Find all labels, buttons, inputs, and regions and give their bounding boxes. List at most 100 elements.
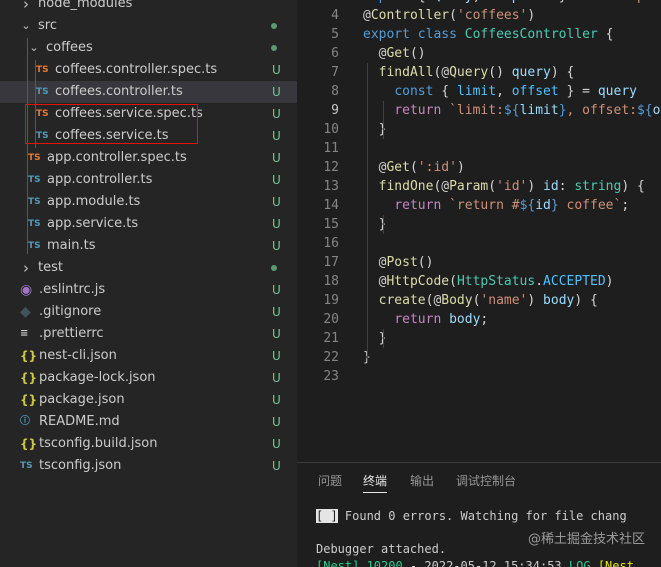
chevron-down-icon[interactable]: ⌄	[21, 15, 31, 37]
line-number: 8	[331, 84, 339, 99]
code-line[interactable]: 18 @HttpCode(HttpStatus.ACCEPTED)	[297, 272, 661, 291]
code-line[interactable]: 21 }	[297, 329, 661, 348]
code-line[interactable]: 17 @Post()	[297, 253, 661, 272]
file-package-lock-json[interactable]: {} package-lock.json U	[0, 367, 297, 389]
git-status-badge: U	[272, 217, 281, 231]
ts-file-icon: TS	[28, 197, 41, 207]
file-eslintrc-js[interactable]: ◉ .eslintrc.js U	[0, 279, 297, 301]
code-line[interactable]: 10 }	[297, 120, 661, 139]
code-token: (@	[433, 179, 450, 194]
code-token: 'coffees'	[456, 8, 528, 23]
code-line[interactable]: 6 @Get()	[297, 44, 661, 63]
chevron-right-icon[interactable]: ›	[21, 257, 31, 279]
file-name-label: .prettierrc	[39, 326, 104, 341]
code-line[interactable]: 8 const { limit, offset } = query	[297, 82, 661, 101]
modified-dot-icon	[271, 23, 277, 29]
file-readme-md[interactable]: ⓘ README.md U	[0, 411, 297, 433]
chevron-down-icon[interactable]: ⌄	[29, 37, 39, 59]
code-line[interactable]: 9 return `limit:${limit}, offset:${of	[297, 101, 661, 120]
code-editor[interactable]: import { Query, Response } from 'expres 4…	[297, 0, 661, 462]
code-line[interactable]: 7 findAll(@Query() query) {	[297, 63, 661, 82]
folder-node-modules[interactable]: › node_modules	[0, 0, 297, 15]
tab-output[interactable]: 输出	[410, 463, 434, 499]
file-coffees-controller-spec-ts[interactable]: TS coffees.controller.spec.ts U	[0, 59, 297, 81]
file-tsconfig-build-json[interactable]: {} tsconfig.build.json U	[0, 433, 297, 455]
tab-debug-console[interactable]: 调试控制台	[456, 463, 516, 499]
git-status-badge: U	[272, 107, 281, 121]
code-line[interactable]: 5 export class CoffeesController {	[297, 25, 661, 44]
line-number: 12	[323, 160, 339, 175]
code-token: (@	[425, 293, 442, 308]
code-text: create(@Body('name') body) {	[363, 291, 598, 310]
code-token: limit	[456, 84, 497, 99]
file-nest-cli-json[interactable]: {} nest-cli.json U	[0, 345, 297, 367]
ts-file-icon: TS	[36, 87, 49, 97]
code-token: )	[456, 160, 465, 175]
code-text: @Post()	[363, 253, 434, 272]
code-token: ':id'	[417, 160, 457, 175]
file-name-label: package-lock.json	[39, 370, 156, 385]
code-token: }	[550, 198, 559, 213]
folder-test[interactable]: › test	[0, 257, 297, 279]
line-number: 7	[331, 65, 339, 80]
tab-terminal[interactable]: 终端	[363, 463, 388, 499]
file-app-controller-spec-ts[interactable]: TS app.controller.spec.ts U	[0, 147, 297, 169]
code-line[interactable]: 14 return `return #${id} coffee`;	[297, 196, 661, 215]
file-gitignore[interactable]: ◆ .gitignore U	[0, 301, 297, 323]
code-token: create	[378, 293, 426, 308]
file-prettierrc[interactable]: ≡ .prettierrc U	[0, 323, 297, 345]
tab-problems[interactable]: 问题	[318, 463, 342, 499]
json-file-icon: {}	[20, 371, 38, 385]
ts-file-icon: TS	[28, 219, 41, 229]
line-number: 11	[323, 141, 339, 156]
code-token: ACCEPTED	[543, 274, 606, 289]
file-coffees-controller-ts[interactable]: TS coffees.controller.ts U	[0, 81, 297, 103]
modified-dot-icon	[271, 265, 277, 271]
file-app-controller-ts[interactable]: TS app.controller.ts U	[0, 169, 297, 191]
line-number: 15	[323, 217, 339, 232]
chevron-right-icon[interactable]: ›	[21, 0, 31, 15]
git-status-badge: U	[272, 437, 281, 451]
code-line[interactable]: 12 @Get(':id')	[297, 158, 661, 177]
indent-guide	[27, 38, 28, 254]
code-line[interactable]: 22}	[297, 348, 661, 367]
code-token: )	[605, 274, 614, 289]
folder-coffees[interactable]: ⌄ coffees	[0, 37, 297, 59]
code-token: Get	[386, 160, 410, 175]
file-app-service-ts[interactable]: TS app.service.ts U	[0, 213, 297, 235]
code-token: @	[363, 8, 371, 23]
code-token: of	[652, 103, 661, 118]
code-token: 'id'	[496, 179, 528, 194]
code-line[interactable]: 23	[297, 367, 661, 386]
code-line[interactable]: 13 findOne(@Param('id') id: string) {	[297, 177, 661, 196]
indent-guide	[383, 101, 384, 139]
code-line[interactable]: 4 @Controller('coffees')	[297, 6, 661, 25]
bottom-panel: 问题 终端 输出 调试控制台 [ ] Found 0 errors. Watch…	[297, 462, 661, 567]
git-file-icon: ◆	[20, 304, 31, 320]
code-line[interactable]: 15 }	[297, 215, 661, 234]
file-main-ts[interactable]: TS main.ts U	[0, 235, 297, 257]
file-name-label: coffees	[46, 40, 93, 55]
folder-src[interactable]: ⌄ src	[0, 15, 297, 37]
code-token: import	[363, 0, 418, 4]
file-name-label: main.ts	[47, 238, 96, 253]
code-text: @Get()	[363, 44, 426, 63]
code-line[interactable]: 11	[297, 139, 661, 158]
modified-dot-icon	[271, 45, 277, 51]
file-name-label: node_modules	[38, 0, 133, 11]
code-line[interactable]: 20 return body;	[297, 310, 661, 329]
code-line[interactable]: 16	[297, 234, 661, 253]
file-app-module-ts[interactable]: TS app.module.ts U	[0, 191, 297, 213]
file-tsconfig-json[interactable]: TS tsconfig.json U	[0, 455, 297, 477]
indent-guide	[367, 63, 368, 363]
line-number: 19	[323, 293, 339, 308]
terminal-context: [Nest	[597, 559, 634, 567]
code-line[interactable]: 19 create(@Body('name') body) {	[297, 291, 661, 310]
code-token: :	[558, 179, 575, 194]
code-text: @HttpCode(HttpStatus.ACCEPTED)	[363, 272, 614, 291]
file-package-json[interactable]: {} package.json U	[0, 389, 297, 411]
file-name-label: coffees.controller.spec.ts	[55, 62, 218, 77]
code-token: return	[394, 312, 450, 327]
code-token: ) {	[621, 179, 645, 194]
